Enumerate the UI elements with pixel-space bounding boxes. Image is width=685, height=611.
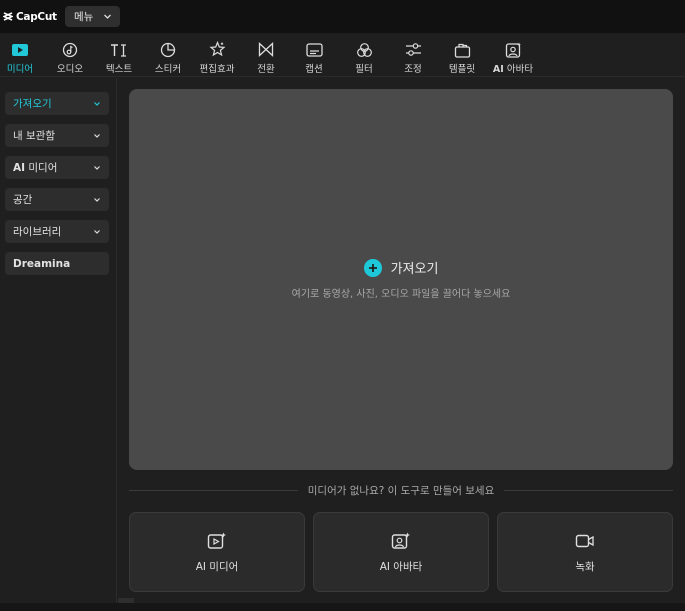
ai-avatar-card[interactable]: AI 아바타: [313, 512, 489, 592]
media-icon: [11, 41, 29, 58]
record-icon: [575, 531, 595, 551]
tab-transition-label: 전환: [257, 64, 275, 75]
tab-template-label: 템플릿: [448, 64, 476, 75]
tab-adjust[interactable]: 조정: [396, 33, 430, 77]
sidebar-item-space[interactable]: 공간: [5, 188, 109, 211]
sidebar-item-label: 내 보관함: [13, 130, 55, 142]
tab-ai-avatar-label: AI 아바타: [493, 61, 533, 75]
import-hint: 여기로 동영상, 사진, 오디오 파일을 끌어다 놓으세요: [291, 289, 511, 300]
menu-button[interactable]: 메뉴: [65, 6, 120, 27]
tab-adjust-label: 조정: [404, 64, 422, 75]
chevron-down-icon: [94, 165, 100, 170]
tab-filter-label: 필터: [355, 64, 373, 75]
chevron-down-icon: [94, 101, 100, 106]
text-icon: [110, 41, 128, 58]
media-sidebar: 가져오기 내 보관함 AI 미디어 공간 라이브러리 Dreamina: [0, 78, 117, 611]
divider-text: 미디어가 없나요? 이 도구로 만들어 보세요: [307, 484, 495, 497]
tab-audio-label: 오디오: [56, 64, 84, 75]
import-dropzone[interactable]: 가져오기 여기로 동영상, 사진, 오디오 파일을 끌어다 놓으세요: [129, 89, 673, 470]
chevron-down-icon: [104, 14, 112, 19]
ai-avatar-label-text: 아바타: [506, 64, 534, 75]
sidebar-item-label: 라이브러리: [13, 226, 62, 238]
card-label: 녹화: [575, 560, 595, 573]
tab-text-label: 텍스트: [105, 64, 133, 75]
sticker-icon: [159, 41, 177, 58]
filter-icon: [355, 41, 373, 58]
tab-ai-avatar[interactable]: AI 아바타: [488, 33, 538, 77]
sidebar-item-label: AI 미디어: [13, 160, 57, 175]
tab-effects[interactable]: 편집효과: [196, 33, 238, 77]
sidebar-item-library[interactable]: 라이브러리: [5, 220, 109, 243]
tab-media[interactable]: 미디어: [3, 33, 37, 77]
tab-transition[interactable]: 전환: [249, 33, 283, 77]
ai-prefix: AI: [13, 162, 26, 174]
sidebar-item-label: 가져오기: [13, 98, 52, 110]
ai-prefix: AI: [492, 64, 504, 75]
capcut-logo-icon: [3, 12, 13, 21]
transition-icon: [257, 41, 275, 58]
effects-icon: [208, 41, 226, 58]
chevron-down-icon: [94, 133, 100, 138]
tab-caption-label: 캡션: [305, 64, 323, 75]
ai-avatar-icon: [391, 531, 411, 551]
app-logo: CapCut: [0, 0, 57, 33]
audio-icon: [61, 41, 79, 58]
tab-filter[interactable]: 필터: [347, 33, 381, 77]
logo-text: CapCut: [16, 10, 57, 23]
chevron-down-icon: [94, 229, 100, 234]
record-card[interactable]: 녹화: [497, 512, 673, 592]
sidebar-item-dreamina[interactable]: Dreamina: [5, 252, 109, 275]
import-button[interactable]: 가져오기: [129, 258, 673, 277]
media-panel: 가져오기 여기로 동영상, 사진, 오디오 파일을 끌어다 놓으세요 미디어가 …: [118, 78, 685, 611]
create-tools: AI 미디어 AI 아바타 녹화: [129, 512, 673, 592]
ai-avatar-icon: [504, 41, 522, 58]
bottom-edge: [0, 603, 685, 611]
tab-sticker[interactable]: 스티커: [151, 33, 185, 77]
divider-line: [504, 489, 674, 491]
tab-effects-label: 편집효과: [199, 64, 235, 75]
adjust-icon: [404, 41, 422, 58]
tab-audio[interactable]: 오디오: [53, 33, 87, 77]
title-bar: CapCut 메뉴: [0, 0, 685, 33]
main-toolbar: 미디어 오디오 텍스트 스티커 편집효과 전환 캡션 필터 조정 템플릿 AI …: [0, 33, 685, 77]
sidebar-item-label: 공간: [13, 194, 33, 206]
tab-template[interactable]: 템플릿: [443, 33, 481, 77]
tab-media-label: 미디어: [6, 64, 34, 75]
menu-label: 메뉴: [74, 11, 94, 23]
sidebar-item-my-library[interactable]: 내 보관함: [5, 124, 109, 147]
ai-media-icon: [207, 531, 227, 551]
divider-line: [129, 489, 298, 491]
tab-caption[interactable]: 캡션: [297, 33, 331, 77]
tab-sticker-label: 스티커: [154, 64, 182, 75]
no-media-divider: 미디어가 없나요? 이 도구로 만들어 보세요: [129, 482, 674, 498]
sidebar-item-label: Dreamina: [13, 257, 71, 270]
ai-media-card[interactable]: AI 미디어: [129, 512, 305, 592]
card-label: AI 아바타: [379, 560, 423, 573]
sidebar-item-import[interactable]: 가져오기: [5, 92, 109, 115]
chevron-down-icon: [94, 197, 100, 202]
import-label: 가져오기: [390, 262, 439, 277]
plus-icon: [363, 258, 382, 277]
card-label: AI 미디어: [195, 560, 239, 573]
caption-icon: [305, 41, 323, 58]
template-icon: [453, 41, 471, 58]
sidebar-item-label-text: 미디어: [28, 162, 58, 174]
tab-text[interactable]: 텍스트: [102, 33, 136, 77]
sidebar-item-ai-media[interactable]: AI 미디어: [5, 156, 109, 179]
